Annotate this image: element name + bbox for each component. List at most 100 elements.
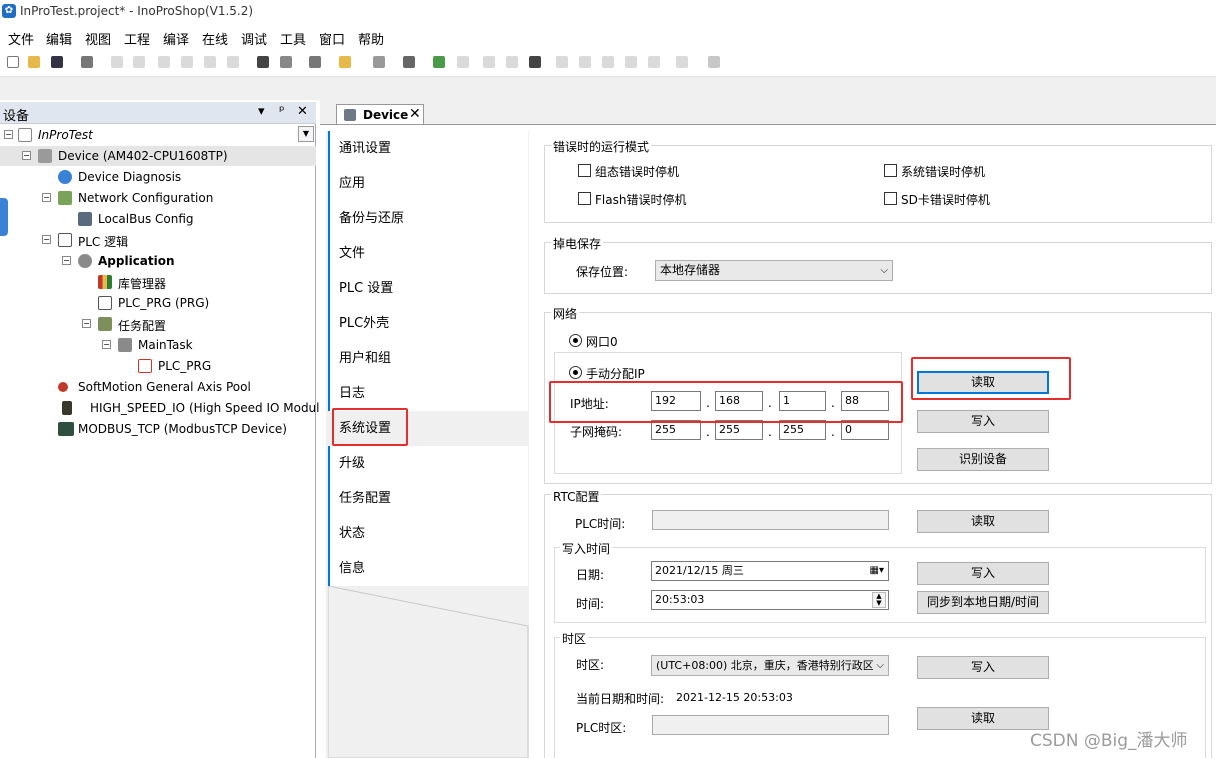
side-dock-tab[interactable] [0, 198, 8, 236]
nav-comm-settings[interactable]: 通讯设置 [328, 131, 528, 166]
port0-radio[interactable] [569, 334, 582, 347]
spinner-arrows-icon[interactable]: ▲ ▼ [872, 592, 886, 608]
date-picker[interactable]: 2021/12/15 周三 ▦▾ [651, 561, 889, 581]
collapse-icon[interactable]: − [22, 151, 31, 160]
stop-icon[interactable] [503, 53, 521, 71]
close-tab-icon[interactable]: ✕ [409, 106, 421, 122]
step-into-icon[interactable] [576, 53, 594, 71]
menu-project[interactable]: 工程 [124, 29, 150, 48]
tree-item-library-manager[interactable]: 库管理器 [0, 272, 316, 292]
undo-icon[interactable] [108, 53, 126, 71]
collapse-icon[interactable]: − [4, 130, 13, 139]
nav-files[interactable]: 文件 [328, 236, 528, 271]
collapse-icon[interactable]: − [42, 193, 51, 202]
new-file-icon[interactable] [4, 53, 22, 71]
tree-item-high-speed-io[interactable]: HIGH_SPEED_IO (High Speed IO Module) [0, 398, 332, 418]
mask-octet-1[interactable]: 255 [651, 420, 701, 440]
menu-window[interactable]: 窗口 [319, 29, 345, 48]
pin-icon[interactable]: ᵖ [279, 104, 285, 119]
mask-octet-3[interactable]: 255 [779, 420, 826, 440]
save-icon[interactable] [48, 53, 66, 71]
copy-icon[interactable] [178, 53, 196, 71]
nav-upgrade[interactable]: 升级 [328, 446, 528, 481]
mask-octet-4[interactable]: 0 [841, 420, 889, 440]
find-icon[interactable] [254, 53, 272, 71]
save-location-select[interactable]: 本地存储器 ⌵ [655, 260, 893, 281]
menu-file[interactable]: 文件 [8, 29, 34, 48]
manual-ip-radio[interactable] [569, 366, 582, 379]
sync-local-time-button[interactable]: 同步到本地日期/时间 [917, 591, 1049, 614]
flash-error-stop-checkbox[interactable] [578, 192, 591, 205]
menu-online[interactable]: 在线 [202, 29, 228, 48]
timezone-write-button[interactable]: 写入 [917, 656, 1049, 679]
add-object-icon[interactable] [336, 53, 354, 71]
tree-item-plc-logic[interactable]: − PLC 逻辑 [0, 230, 316, 250]
run-to-cursor-icon[interactable] [622, 53, 640, 71]
redo-icon[interactable] [130, 53, 148, 71]
system-error-stop-checkbox[interactable] [884, 164, 897, 177]
nav-plc-settings[interactable]: PLC 设置 [328, 271, 528, 306]
write-time-button[interactable]: 写入 [917, 562, 1049, 585]
tree-item-plc-prg[interactable]: PLC_PRG (PRG) [0, 293, 316, 313]
nav-application[interactable]: 应用 [328, 166, 528, 201]
monitor-icon[interactable] [705, 53, 723, 71]
nav-status[interactable]: 状态 [328, 516, 528, 551]
identify-device-button[interactable]: 识别设备 [917, 448, 1049, 471]
tree-item-task-config[interactable]: − 任务配置 [0, 314, 316, 334]
timezone-select[interactable]: (UTC+08:00) 北京，重庆，香港特别行政区 ⌵ [651, 655, 889, 676]
tree-item-softmotion[interactable]: SoftMotion General Axis Pool [0, 377, 316, 397]
step-out-icon[interactable] [599, 53, 617, 71]
tree-item-network-config[interactable]: − Network Configuration [0, 188, 316, 208]
collapse-icon[interactable]: − [62, 256, 71, 265]
tree-item-modbus-tcp[interactable]: MODBUS_TCP (ModbusTCP Device) [0, 419, 316, 439]
nav-backup-restore[interactable]: 备份与还原 [328, 201, 528, 236]
paste-icon[interactable] [201, 53, 219, 71]
nav-users-groups[interactable]: 用户和组 [328, 341, 528, 376]
menu-help[interactable]: 帮助 [358, 29, 384, 48]
nav-info[interactable]: 信息 [328, 551, 528, 586]
tree-item-project[interactable]: − InProTest [0, 125, 316, 145]
replace-icon[interactable] [277, 53, 295, 71]
panel-dropdown-icon[interactable]: ▾ [258, 104, 265, 119]
menu-edit[interactable]: 编辑 [46, 29, 72, 48]
mask-octet-2[interactable]: 255 [715, 420, 763, 440]
collapse-icon[interactable]: − [42, 235, 51, 244]
collapse-icon[interactable]: − [82, 319, 91, 328]
menu-tools[interactable]: 工具 [280, 29, 306, 48]
nav-log[interactable]: 日志 [328, 376, 528, 411]
nav-task-config[interactable]: 任务配置 [328, 481, 528, 516]
menu-build[interactable]: 编译 [163, 29, 189, 48]
logout-icon[interactable] [454, 53, 472, 71]
menu-view[interactable]: 视图 [85, 29, 111, 48]
tree-item-device[interactable]: − Device (AM402-CPU1608TP) [0, 146, 316, 166]
network-write-button[interactable]: 写入 [917, 410, 1049, 433]
tree-dropdown-button[interactable]: ▼ [298, 126, 314, 142]
collapse-icon[interactable]: − [102, 340, 111, 349]
window-icon[interactable] [306, 53, 324, 71]
reset-icon[interactable] [526, 53, 544, 71]
step-over-icon[interactable] [553, 53, 571, 71]
time-spinner[interactable]: 20:53:03 ▲ ▼ [651, 590, 889, 610]
sd-error-stop-checkbox[interactable] [884, 192, 897, 205]
next-statement-icon[interactable] [673, 53, 691, 71]
print-icon[interactable] [78, 53, 96, 71]
tree-item-plc-prg-call[interactable]: PLC_PRG [0, 356, 316, 376]
cut-icon[interactable] [155, 53, 173, 71]
tree-item-localbus[interactable]: LocalBus Config [0, 209, 316, 229]
tree-item-maintask[interactable]: − MainTask [0, 335, 316, 355]
run-icon[interactable] [480, 53, 498, 71]
breakpoint-icon[interactable] [645, 53, 663, 71]
tab-device[interactable]: Device ✕ [336, 104, 424, 125]
menu-debug[interactable]: 调试 [241, 29, 267, 48]
tree-item-application[interactable]: − Application [0, 251, 316, 271]
rtc-read-button[interactable]: 读取 [917, 510, 1049, 533]
login-icon[interactable] [430, 53, 448, 71]
delete-icon[interactable] [224, 53, 242, 71]
close-icon[interactable]: ✕ [297, 104, 308, 119]
nav-plc-shell[interactable]: PLC外壳 [328, 306, 528, 341]
calendar-icon[interactable]: ▦▾ [870, 562, 884, 580]
tree-item-device-diagnosis[interactable]: Device Diagnosis [0, 167, 316, 187]
open-folder-icon[interactable] [25, 53, 43, 71]
add-folder-icon[interactable] [370, 53, 388, 71]
build-icon[interactable] [400, 53, 418, 71]
